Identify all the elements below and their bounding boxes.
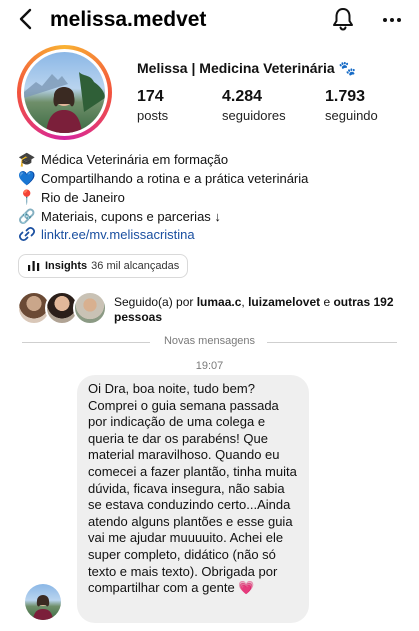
followed-by-prefix: Seguido(a) por — [114, 295, 197, 309]
stat-followers[interactable]: 4.284 seguidores — [222, 88, 286, 123]
graduation-cap-icon: 🎓 — [18, 151, 36, 167]
profile-username: melissa.medvet — [50, 8, 207, 31]
bell-icon[interactable] — [330, 6, 356, 32]
avatar-border — [21, 49, 108, 136]
followed-by-conjunction: e — [320, 295, 334, 309]
profile-avatar[interactable] — [17, 45, 112, 140]
avatar-illustration — [24, 72, 105, 133]
blue-heart-icon: 💙 — [18, 170, 36, 186]
followed-by-text[interactable]: Seguido(a) por lumaa.c, luizamelovet e o… — [114, 295, 409, 325]
stat-following-value: 1.793 — [325, 88, 366, 105]
insights-value: 36 mil alcançadas — [91, 260, 180, 272]
stat-followers-value: 4.284 — [222, 88, 263, 105]
bio-line: 💙 Compartilhando a rotina e a prática ve… — [18, 169, 413, 188]
bio-line: 🎓 Médica Veterinária em formação — [18, 150, 413, 169]
insights-label: Insights — [45, 260, 88, 272]
stat-followers-label: seguidores — [222, 108, 286, 123]
stat-posts-value: 174 — [137, 88, 164, 105]
bar-chart-icon — [28, 261, 40, 271]
followed-by-user[interactable]: luizamelovet — [248, 295, 320, 309]
bio-line: 📍 Rio de Janeiro — [18, 188, 413, 207]
bio-text: Médica Veterinária em formação — [41, 152, 229, 167]
more-dots-icon[interactable] — [380, 10, 404, 30]
insights-button[interactable]: Insights 36 mil alcançadas — [18, 254, 189, 278]
profile-bio: 🎓 Médica Veterinária em formação 💙 Compa… — [18, 150, 413, 226]
stat-following-label: seguindo — [325, 108, 378, 123]
bio-text: Rio de Janeiro — [41, 190, 125, 205]
stat-posts[interactable]: 174 posts — [137, 88, 168, 123]
message-timestamp: 19:07 — [195, 360, 224, 372]
profile-link-text: linktr.ee/mv.melissacristina — [41, 226, 195, 242]
follower-avatar — [73, 291, 107, 325]
new-messages-label: Novas mensagens — [163, 335, 256, 347]
stat-posts-label: posts — [137, 108, 169, 123]
sender-avatar[interactable] — [25, 584, 61, 620]
avatar-photo — [24, 52, 105, 133]
profile-display-name: Melissa | Medicina Veterinária 🐾 — [137, 60, 356, 76]
follower-avatars[interactable] — [17, 291, 107, 325]
stat-following[interactable]: 1.793 seguindo — [325, 88, 378, 123]
message-bubble[interactable]: Oi Dra, boa noite, tudo bem? Comprei o g… — [77, 375, 309, 623]
location-pin-icon: 📍 — [18, 189, 36, 205]
bio-text: Compartilhando a rotina e a prática vete… — [41, 171, 309, 186]
followed-by-user[interactable]: lumaa.c — [197, 295, 242, 309]
bio-line: 🔗 Materiais, cupons e parcerias ↓ — [18, 207, 413, 226]
profile-link[interactable]: linktr.ee/mv.melissacristina — [18, 226, 195, 242]
sender-avatar-illustration — [33, 595, 53, 620]
top-bar: melissa.medvet — [0, 0, 419, 40]
bio-text: Materiais, cupons e parcerias ↓ — [41, 209, 221, 224]
link-icon — [18, 226, 36, 242]
link-chain-icon: 🔗 — [18, 208, 36, 224]
back-arrow-icon[interactable] — [14, 6, 40, 32]
divider-line — [267, 342, 397, 343]
